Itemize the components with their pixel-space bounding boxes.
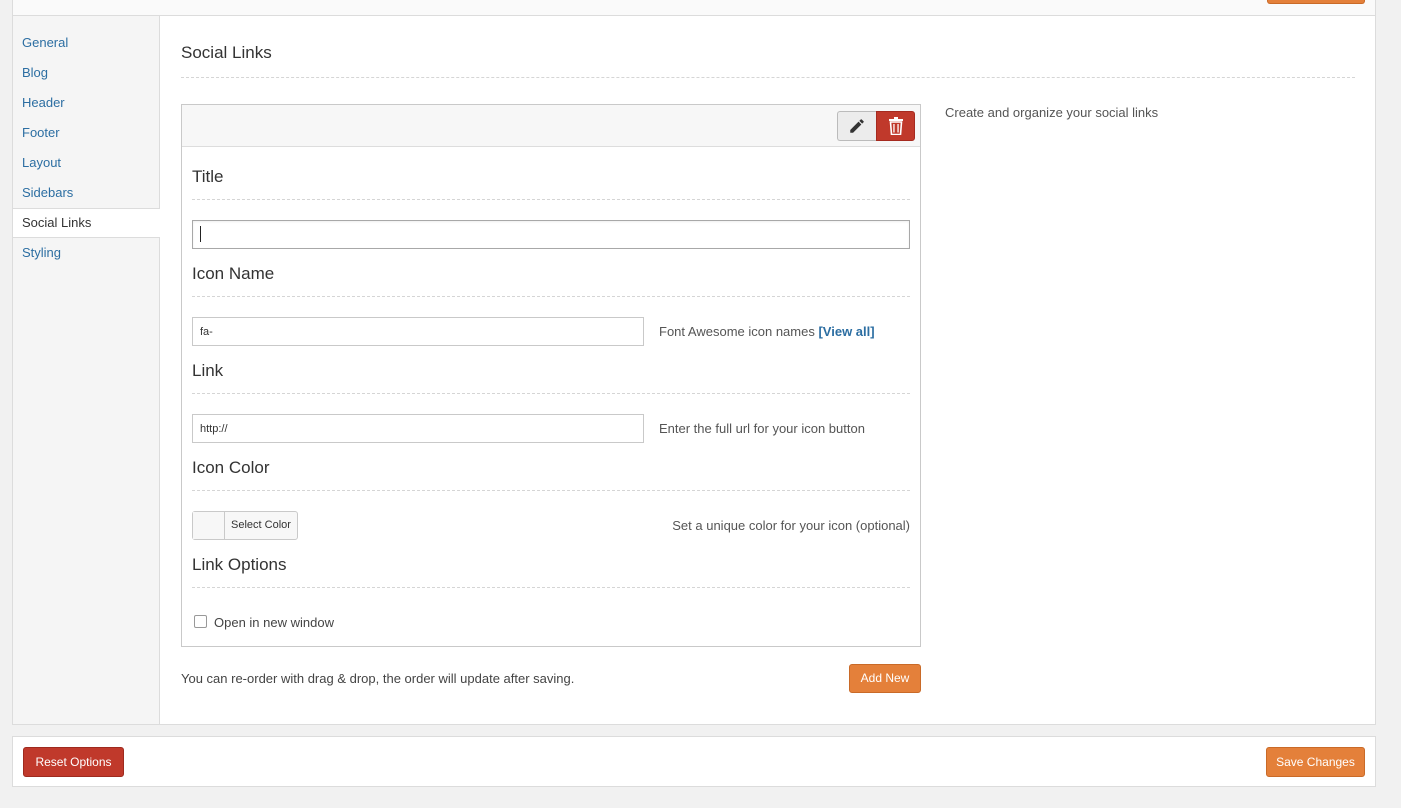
trash-icon — [888, 117, 903, 135]
options-sidebar: General Blog Header Footer Layout Sideba… — [13, 16, 160, 724]
top-bar — [13, 0, 1375, 16]
link-options-label: Link Options — [192, 535, 910, 588]
icon-name-label: Icon Name — [192, 244, 910, 297]
footer-bar: Reset Options Save Changes — [12, 736, 1376, 787]
text-caret — [200, 226, 201, 242]
pencil-icon — [850, 119, 864, 133]
save-changes-button[interactable]: Save Changes — [1266, 747, 1365, 777]
view-all-link[interactable]: [View all] — [818, 324, 874, 339]
link-hint: Enter the full url for your icon button — [659, 421, 865, 436]
open-new-window-label[interactable]: Open in new window — [214, 615, 334, 630]
icon-name-field: Icon Name — [192, 244, 910, 297]
sidebar-item-footer[interactable]: Footer — [13, 118, 159, 148]
social-link-item[interactable]: Title Icon Name Font Awesome icon names … — [181, 104, 921, 647]
open-new-window-checkbox[interactable] — [194, 615, 207, 628]
sidebar-item-blog[interactable]: Blog — [13, 58, 159, 88]
delete-button[interactable] — [876, 111, 915, 141]
sidebar-item-header[interactable]: Header — [13, 88, 159, 118]
link-field: Link — [192, 341, 910, 394]
title-field: Title — [192, 147, 910, 200]
section-description: Create and organize your social links — [945, 105, 1159, 120]
top-save-button[interactable] — [1267, 0, 1365, 4]
page-title: Social Links — [181, 16, 1355, 78]
sidebar-item-styling[interactable]: Styling — [13, 238, 159, 268]
sidebar-item-layout[interactable]: Layout — [13, 148, 159, 178]
options-panel: General Blog Header Footer Layout Sideba… — [12, 0, 1376, 725]
sidebar-item-social-links[interactable]: Social Links — [13, 208, 160, 238]
edit-button[interactable] — [837, 111, 876, 141]
sidebar-item-general[interactable]: General — [13, 28, 159, 58]
link-label: Link — [192, 341, 910, 394]
link-options-field: Link Options — [192, 535, 910, 588]
icon-color-hint: Set a unique color for your icon (option… — [672, 518, 910, 533]
reorder-note: You can re-order with drag & drop, the o… — [181, 671, 575, 686]
icon-name-hint: Font Awesome icon names [View all] — [659, 324, 875, 339]
reset-options-button[interactable]: Reset Options — [23, 747, 124, 777]
icon-name-hint-text: Font Awesome icon names — [659, 324, 815, 339]
title-label: Title — [192, 147, 910, 200]
add-new-button[interactable]: Add New — [849, 664, 921, 693]
item-header — [182, 105, 920, 147]
icon-color-label: Icon Color — [192, 438, 910, 491]
sidebar-item-sidebars[interactable]: Sidebars — [13, 178, 159, 208]
main-content: Social Links Title Icon Name fa- Font Aw… — [181, 16, 1355, 724]
icon-color-field: Icon Color — [192, 438, 910, 491]
